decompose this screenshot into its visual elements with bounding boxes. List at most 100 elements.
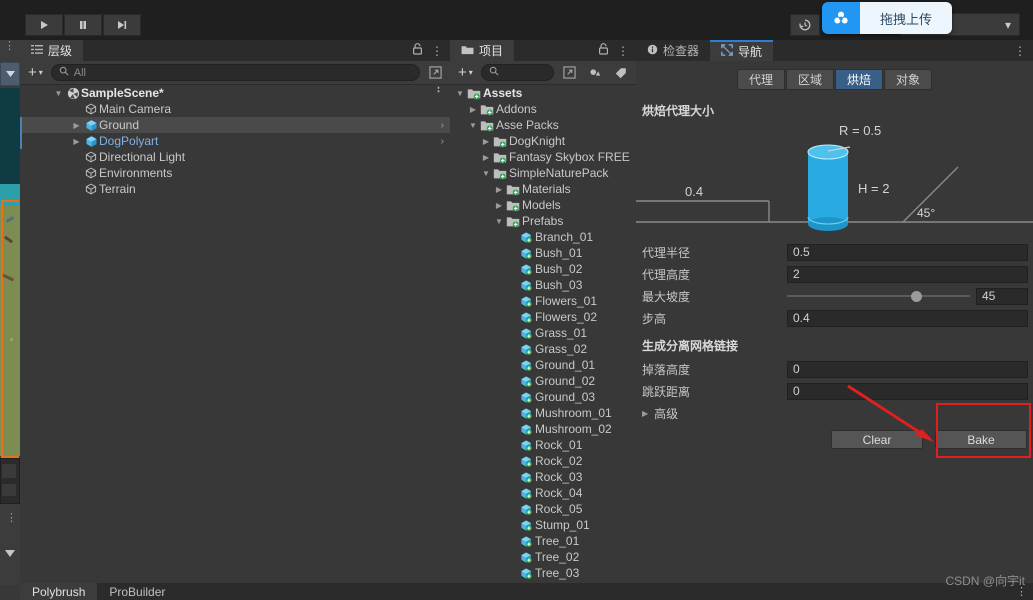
slider-knob[interactable] <box>911 291 923 302</box>
upload-overlay-button[interactable]: 拖拽上传 <box>822 2 953 34</box>
lock-icon[interactable] <box>598 43 609 58</box>
project-item-bush-03[interactable]: Bush_03 <box>450 277 636 293</box>
project-kebab-icon[interactable]: ⋮ <box>617 45 629 57</box>
project-item-rock-05[interactable]: Rock_05 <box>450 501 636 517</box>
project-item-bush-01[interactable]: Bush_01 <box>450 245 636 261</box>
tab-project[interactable]: 项目 <box>450 40 515 61</box>
chevron-right-icon[interactable]: ▶ <box>493 185 505 194</box>
lock-icon[interactable] <box>412 43 423 58</box>
max-slope-slider[interactable] <box>787 289 970 303</box>
inspector-kebab-icon[interactable]: ⋮ <box>1014 45 1026 57</box>
project-item-assets[interactable]: ▼ Assets <box>450 85 636 101</box>
project-filter-label-button[interactable] <box>610 64 632 82</box>
hierarchy-search-input[interactable]: All <box>50 64 420 81</box>
hierarchy-list[interactable]: ▼ SampleScene* ⋮ Main Camera ▶ Ground › ▶ DogPol… <box>20 85 450 583</box>
chevron-down-icon[interactable]: ▼ <box>493 217 505 226</box>
chevron-down-icon[interactable]: ▼ <box>454 89 466 98</box>
project-item-bush-02[interactable]: Bush_02 <box>450 261 636 277</box>
chevron-right-icon[interactable]: › <box>441 136 444 147</box>
advanced-foldout[interactable]: ▶ 高级 <box>636 404 1033 422</box>
chevron-down-icon[interactable]: ▼ <box>480 169 492 178</box>
project-item-rock-02[interactable]: Rock_02 <box>450 453 636 469</box>
project-item-ground-02[interactable]: Ground_02 <box>450 373 636 389</box>
clear-button[interactable]: Clear <box>831 430 923 449</box>
tab-hierarchy[interactable]: 层级 <box>20 40 84 61</box>
hierarchy-item-dogpolyart[interactable]: ▶ DogPolyart › <box>20 133 450 149</box>
project-item-tree-02[interactable]: Tree_02 <box>450 549 636 565</box>
project-item-grass-02[interactable]: Grass_02 <box>450 341 636 357</box>
navigation-tabs[interactable]: 代理 区域 烘焙 对象 <box>636 69 1033 90</box>
project-item-mushroom-01[interactable]: Mushroom_01 <box>450 405 636 421</box>
project-item-flowers-01[interactable]: Flowers_01 <box>450 293 636 309</box>
chevron-down-icon[interactable]: ▼ <box>467 121 479 130</box>
project-item-ground-03[interactable]: Ground_03 <box>450 389 636 405</box>
max-slope-value[interactable]: 45 <box>976 287 1028 305</box>
project-filter-type-button[interactable] <box>584 64 606 82</box>
tab-inspector[interactable]: 检查器 <box>636 40 710 61</box>
project-item-prefabs[interactable]: ▼ Prefabs <box>450 213 636 229</box>
tab-navigation[interactable]: 导航 <box>710 40 774 61</box>
project-item-mushroom-02[interactable]: Mushroom_02 <box>450 421 636 437</box>
field-input[interactable]: 0 <box>787 360 1028 378</box>
chevron-right-icon[interactable]: ▶ <box>493 201 505 210</box>
chevron-right-icon[interactable]: ▶ <box>480 153 492 162</box>
project-item-tree-01[interactable]: Tree_01 <box>450 533 636 549</box>
project-tree[interactable]: ▼ Assets ▶ Addons ▼ Asse Packs ▶ DogKnight ▶ Fant… <box>450 85 636 583</box>
bottom-tab-list[interactable]: Polybrush ProBuilder <box>20 583 177 600</box>
hierarchy-expand-button[interactable] <box>424 64 446 82</box>
hierarchy-add-button[interactable]: + ▾ <box>24 64 47 81</box>
chevron-down-icon[interactable]: ▼ <box>52 89 65 98</box>
project-item-rock-03[interactable]: Rock_03 <box>450 469 636 485</box>
project-item-tree-03[interactable]: Tree_03 <box>450 565 636 581</box>
hierarchy-item-environments[interactable]: Environments <box>20 165 450 181</box>
project-item-branch-01[interactable]: Branch_01 <box>450 229 636 245</box>
project-item-simplenaturepack[interactable]: ▼ SimpleNaturePack <box>450 165 636 181</box>
pause-button[interactable] <box>64 14 102 36</box>
project-item-grass-01[interactable]: Grass_01 <box>450 325 636 341</box>
nav-segment-区域[interactable]: 区域 <box>785 69 834 90</box>
hierarchy-item-samplescene[interactable]: ▼ SampleScene* ⋮ <box>20 85 450 101</box>
scene-viewport[interactable] <box>0 88 20 508</box>
scene-tool-dropdown[interactable] <box>0 62 20 86</box>
project-item-fantasy-skybox-free[interactable]: ▶ Fantasy Skybox FREE <box>450 149 636 165</box>
project-add-button[interactable]: + ▾ <box>454 64 477 81</box>
step-button[interactable] <box>103 14 141 36</box>
hierarchy-item-terrain[interactable]: Terrain <box>20 181 450 197</box>
project-item-flowers-02[interactable]: Flowers_02 <box>450 309 636 325</box>
bottom-kebab-icon[interactable]: ⋮ <box>1016 586 1027 597</box>
field-input[interactable]: 0 <box>787 382 1028 400</box>
field-input[interactable]: 0.4 <box>787 309 1028 327</box>
project-item-addons[interactable]: ▶ Addons <box>450 101 636 117</box>
hierarchy-item-ground[interactable]: ▶ Ground › <box>20 117 450 133</box>
project-item-asse-packs[interactable]: ▼ Asse Packs <box>450 117 636 133</box>
chevron-right-icon[interactable]: ▶ <box>480 137 492 146</box>
nav-segment-对象[interactable]: 对象 <box>884 69 933 90</box>
project-item-ground-01[interactable]: Ground_01 <box>450 357 636 373</box>
scene-kebab-icon[interactable]: ⋮ <box>4 41 15 52</box>
project-item-rock-04[interactable]: Rock_04 <box>450 485 636 501</box>
bottom-tab-polybrush[interactable]: Polybrush <box>20 583 98 600</box>
hierarchy-scene-kebab-icon[interactable]: ⋮ <box>433 85 444 94</box>
play-button[interactable] <box>25 14 63 36</box>
history-button[interactable] <box>790 14 820 36</box>
project-item-models[interactable]: ▶ Models <box>450 197 636 213</box>
chevron-right-icon[interactable]: ▶ <box>467 105 479 114</box>
chevron-right-icon[interactable]: › <box>441 120 444 131</box>
nav-segment-代理[interactable]: 代理 <box>736 69 785 90</box>
chevron-right-icon[interactable]: ▶ <box>70 121 83 130</box>
project-item-rock-01[interactable]: Rock_01 <box>450 437 636 453</box>
hierarchy-kebab-icon[interactable]: ⋮ <box>431 45 443 57</box>
project-item-stump-01[interactable]: Stump_01 <box>450 517 636 533</box>
field-input[interactable]: 0.5 <box>787 243 1028 261</box>
project-item-materials[interactable]: ▶ Materials <box>450 181 636 197</box>
field-input[interactable]: 2 <box>787 265 1028 283</box>
hierarchy-item-directional-light[interactable]: Directional Light <box>20 149 450 165</box>
nav-segment-烘焙[interactable]: 烘焙 <box>835 69 884 90</box>
hierarchy-item-main-camera[interactable]: Main Camera <box>20 101 450 117</box>
scene-footer-dropdown-icon[interactable] <box>5 546 15 560</box>
bottom-tab-probuilder[interactable]: ProBuilder <box>97 583 177 600</box>
project-item-dogknight[interactable]: ▶ DogKnight <box>450 133 636 149</box>
project-search-input[interactable] <box>480 64 554 81</box>
project-expand-button[interactable] <box>558 64 580 82</box>
chevron-right-icon[interactable]: ▶ <box>70 137 83 146</box>
